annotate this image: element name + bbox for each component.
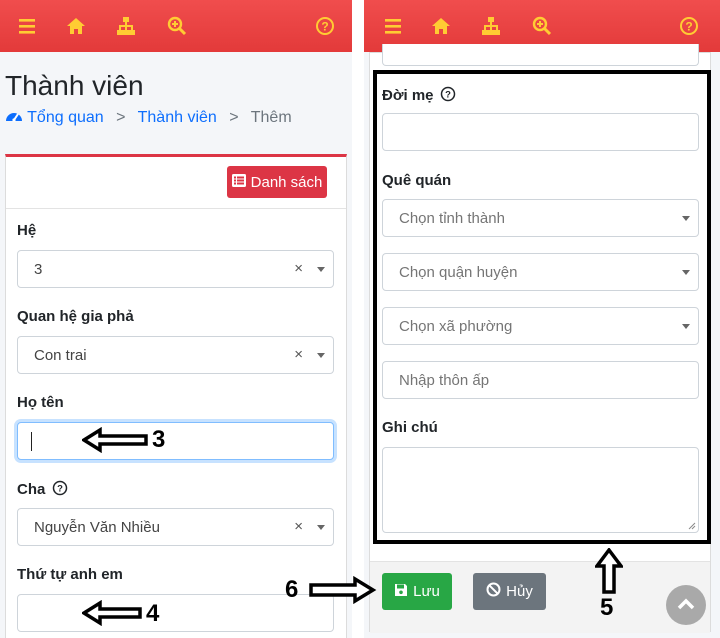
- zoom-in-icon[interactable]: [532, 16, 552, 36]
- clear-icon[interactable]: ×: [294, 260, 303, 277]
- he-select[interactable]: 3 ×: [17, 250, 334, 288]
- text-cursor: [31, 432, 32, 451]
- list-button[interactable]: Danh sách: [227, 166, 327, 198]
- quan-he-label: Quan hệ gia phả: [17, 308, 134, 325]
- cha-value: Nguyễn Văn Nhiều: [34, 519, 160, 536]
- breadcrumb-home-link[interactable]: Tổng quan: [27, 109, 104, 126]
- cha-label-text: Cha: [17, 481, 46, 498]
- top-navbar: ?: [0, 0, 352, 52]
- clear-icon[interactable]: ×: [294, 346, 303, 363]
- svg-text:?: ?: [321, 20, 328, 34]
- clear-icon[interactable]: ×: [294, 518, 303, 535]
- screen-divider: [352, 0, 364, 638]
- quan-he-select[interactable]: Con trai ×: [17, 336, 334, 374]
- annotation-number-6: 6: [285, 576, 299, 603]
- menu-icon[interactable]: [383, 16, 403, 36]
- arrow-5-icon: [595, 548, 623, 594]
- chevron-down-icon: [317, 353, 325, 358]
- save-button[interactable]: Lưu: [382, 573, 452, 610]
- arrow-4-icon: [82, 600, 142, 626]
- zoom-in-icon[interactable]: [167, 16, 187, 36]
- annotation-box-5: [373, 70, 711, 544]
- scroll-top-button[interactable]: [666, 585, 706, 625]
- previous-field-bottom: [382, 44, 699, 66]
- home-icon[interactable]: [431, 16, 451, 36]
- cha-label: Cha ?: [17, 480, 68, 500]
- annotation-number-3: 3: [152, 426, 166, 453]
- chevron-up-icon: [677, 598, 695, 610]
- arrow-3-icon: [82, 427, 148, 453]
- breadcrumb-section-link[interactable]: Thành viên: [138, 109, 217, 126]
- breadcrumb: Tổng quan > Thành viên > Thêm: [5, 108, 292, 129]
- page-title: Thành viên: [5, 70, 144, 101]
- home-icon[interactable]: [66, 16, 86, 36]
- list-icon: [231, 173, 246, 191]
- right-screen: ? Đời mẹ ? Quê quán Chọn tỉnh thành Chọn…: [364, 0, 720, 638]
- breadcrumb-separator: >: [229, 109, 239, 126]
- help-icon[interactable]: ?: [52, 480, 68, 500]
- left-screen: ? Thành viên Tổng quan > Thành viên > Th…: [0, 0, 352, 638]
- cancel-button[interactable]: Hủy: [473, 573, 546, 610]
- help-icon[interactable]: ?: [679, 16, 699, 36]
- ban-icon: [486, 582, 501, 601]
- chevron-down-icon: [317, 525, 325, 530]
- menu-icon[interactable]: [17, 16, 37, 36]
- sitemap-icon[interactable]: [481, 16, 501, 36]
- quan-he-value: Con trai: [34, 347, 87, 364]
- sitemap-icon[interactable]: [116, 16, 136, 36]
- breadcrumb-current: Thêm: [250, 109, 292, 126]
- arrow-6-icon: [309, 576, 377, 604]
- thu-tu-label: Thứ tự anh em: [17, 566, 123, 583]
- save-button-label: Lưu: [413, 583, 440, 600]
- chevron-down-icon: [317, 267, 325, 272]
- list-button-label: Danh sách: [250, 173, 323, 191]
- annotation-number-4: 4: [146, 600, 160, 627]
- ho-ten-input[interactable]: [17, 422, 334, 460]
- breadcrumb-separator: >: [116, 109, 126, 126]
- help-icon[interactable]: ?: [315, 16, 335, 36]
- he-value: 3: [34, 261, 43, 278]
- cancel-button-label: Hủy: [506, 583, 533, 600]
- floppy-disk-icon: [394, 583, 408, 601]
- card-header: Danh sách: [6, 157, 346, 209]
- he-label: Hệ: [17, 222, 37, 239]
- ho-ten-label: Họ tên: [17, 394, 64, 411]
- svg-text:?: ?: [685, 20, 692, 34]
- dashboard-icon: [5, 108, 23, 129]
- cha-select[interactable]: Nguyễn Văn Nhiều ×: [17, 508, 334, 546]
- annotation-number-5: 5: [600, 594, 614, 621]
- svg-text:?: ?: [57, 484, 63, 495]
